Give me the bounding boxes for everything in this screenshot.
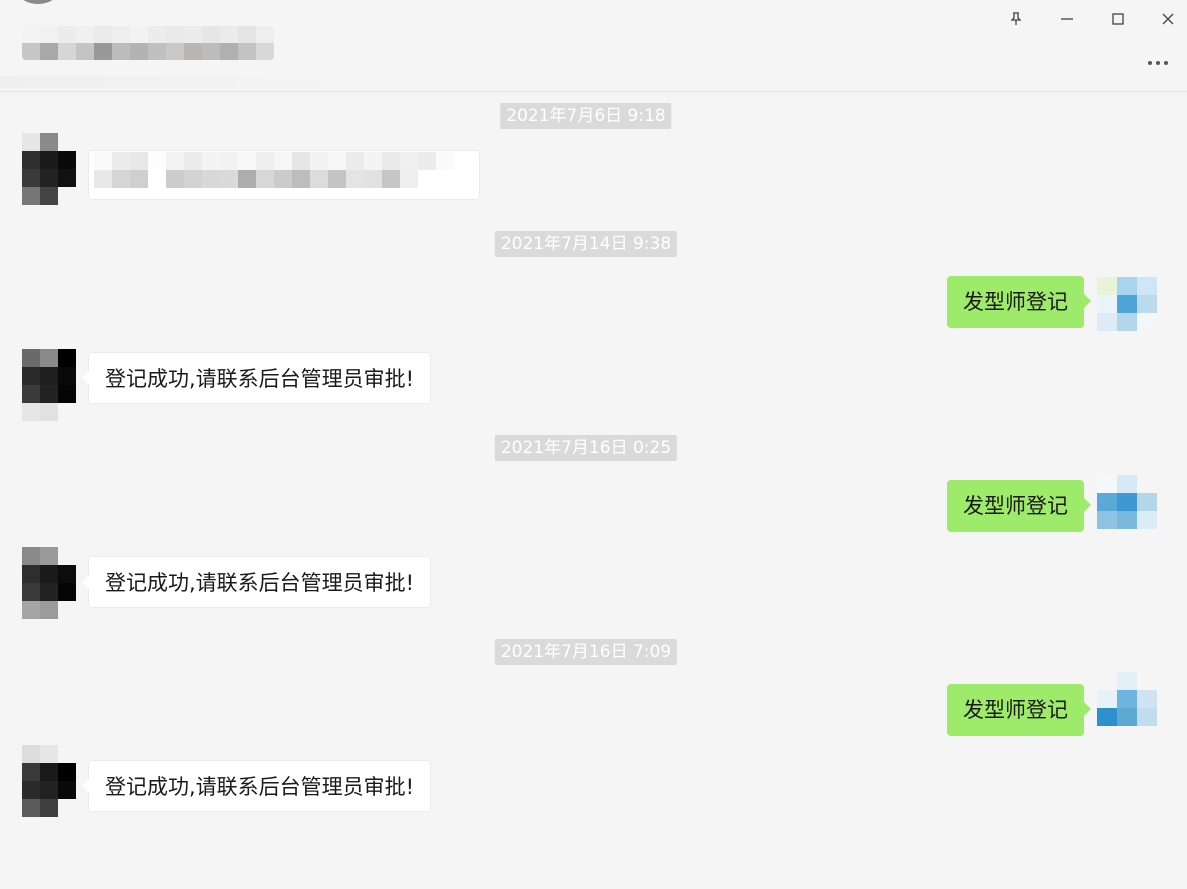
message-bubble-incoming[interactable]: 登记成功,请联系后台管理员审批! [81,760,432,812]
more-dot-icon [1164,61,1168,65]
message-bubble-outgoing[interactable]: 发型师登记 [947,276,1091,328]
contact-avatar[interactable] [22,133,76,205]
message-bubble-incoming[interactable]: 登记成功,请联系后台管理员审批! [81,352,432,404]
message-timestamp: 2021年7月16日 7:09 [494,639,678,665]
message-timestamp: 2021年7月14日 9:38 [494,231,678,257]
my-avatar[interactable] [1097,475,1157,547]
message-bubble-outgoing[interactable]: 发型师登记 [947,684,1091,736]
contact-avatar-small [18,0,58,4]
pin-icon [1010,12,1022,25]
chat-header [0,0,1187,92]
close-icon [1162,13,1174,25]
chat-window: 2021年7月6日 9:18 2021年7月14日 9:38 发型师登记 登记成… [0,0,1187,889]
message-bubble-outgoing[interactable]: 发型师登记 [947,480,1091,532]
more-dot-icon [1148,61,1152,65]
close-button[interactable] [1156,8,1180,30]
message-timestamp: 2021年7月16日 0:25 [494,435,678,461]
contact-avatar[interactable] [22,349,76,421]
pin-button[interactable] [1004,8,1028,30]
message-bubble-incoming[interactable]: 登记成功,请联系后台管理员审批! [81,556,432,608]
more-dot-icon [1156,61,1160,65]
maximize-icon [1112,13,1124,25]
my-avatar[interactable] [1097,277,1157,349]
more-options-button[interactable] [1143,52,1173,74]
maximize-button[interactable] [1106,8,1130,30]
message-timestamp: 2021年7月6日 9:18 [500,103,672,129]
contact-avatar[interactable] [22,745,76,817]
my-avatar[interactable] [1097,672,1157,744]
chat-title-redacted [22,26,274,60]
redacted-text [94,152,454,188]
contact-avatar[interactable] [22,547,76,619]
minimize-button[interactable] [1055,8,1079,30]
chat-subtitle-redacted [0,76,340,88]
minimize-icon [1061,18,1073,20]
